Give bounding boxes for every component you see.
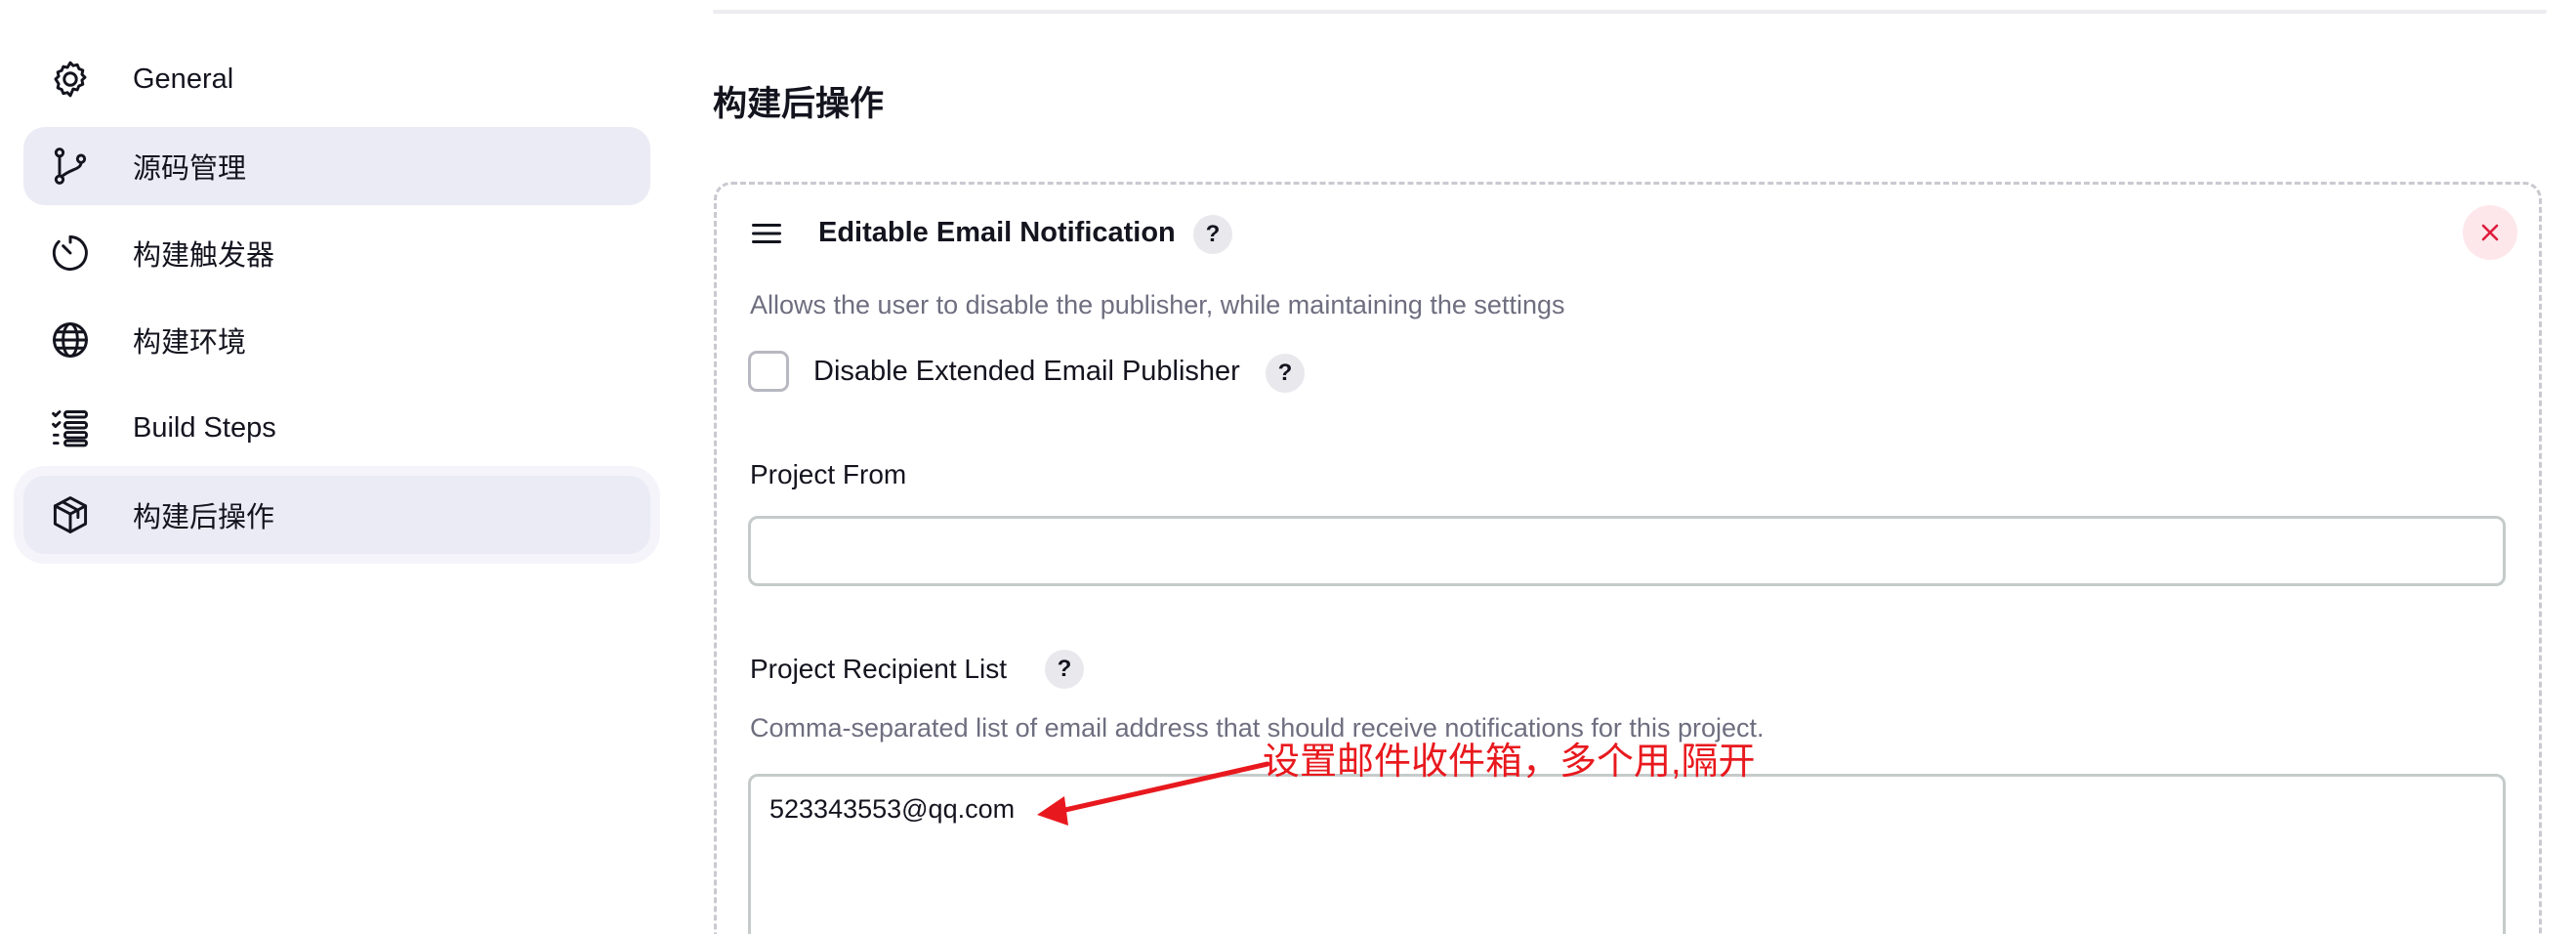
timer-icon [49, 232, 92, 275]
recipient-list-value: 523343553@qq.com [769, 794, 1016, 824]
sidebar-item-label: Build Steps [133, 411, 276, 444]
jenkins-config-page: General 源码管理 构建触发器 构建环境 Build Steps 构建后操… [0, 0, 2576, 934]
sidebar-item-build-triggers[interactable]: 构建触发器 [23, 214, 650, 292]
sidebar-item-label: 构建触发器 [133, 240, 275, 272]
disable-publisher-label[interactable]: Disable Extended Email Publisher [813, 356, 1240, 388]
globe-icon [49, 318, 92, 361]
sidebar: General 源码管理 构建触发器 构建环境 Build Steps 构建后操… [0, 0, 674, 934]
close-button[interactable] [2463, 205, 2517, 260]
drag-handle-icon[interactable] [750, 221, 783, 246]
sidebar-item-source-management[interactable]: 源码管理 [23, 127, 650, 205]
annotation-text: 设置邮件收件箱，多个用,隔开 [1263, 742, 1756, 783]
branch-icon [49, 145, 92, 188]
top-divider [713, 10, 2547, 14]
recipient-list-textarea[interactable]: 523343553@qq.com [748, 774, 2506, 934]
help-icon[interactable]: ? [1045, 650, 1084, 689]
recipient-list-label: Project Recipient List [750, 654, 1008, 684]
sidebar-item-label: 构建环境 [133, 327, 247, 359]
project-from-input[interactable] [748, 516, 2506, 586]
card-description: Allows the user to disable the publisher… [750, 290, 1565, 319]
section-title: 构建后操作 [713, 85, 885, 123]
card-title: Editable Email Notification [818, 217, 1176, 248]
sidebar-item-build-environment[interactable]: 构建环境 [23, 301, 650, 379]
list-steps-icon [49, 406, 92, 449]
help-icon[interactable]: ? [1266, 354, 1305, 393]
project-from-label: Project From [750, 459, 907, 489]
sidebar-item-label: 源码管理 [133, 153, 247, 185]
sidebar-item-label: 构建后操作 [133, 502, 275, 533]
sidebar-item-build-steps[interactable]: Build Steps [23, 389, 650, 467]
sidebar-item-general[interactable]: General [23, 40, 650, 118]
gear-icon [49, 58, 92, 101]
help-icon[interactable]: ? [1193, 215, 1232, 254]
sidebar-item-label: General [133, 63, 234, 95]
close-icon [2481, 224, 2499, 241]
package-icon [49, 493, 92, 536]
disable-publisher-checkbox[interactable] [748, 351, 789, 392]
sidebar-item-post-build-actions[interactable]: 构建后操作 [23, 476, 650, 554]
